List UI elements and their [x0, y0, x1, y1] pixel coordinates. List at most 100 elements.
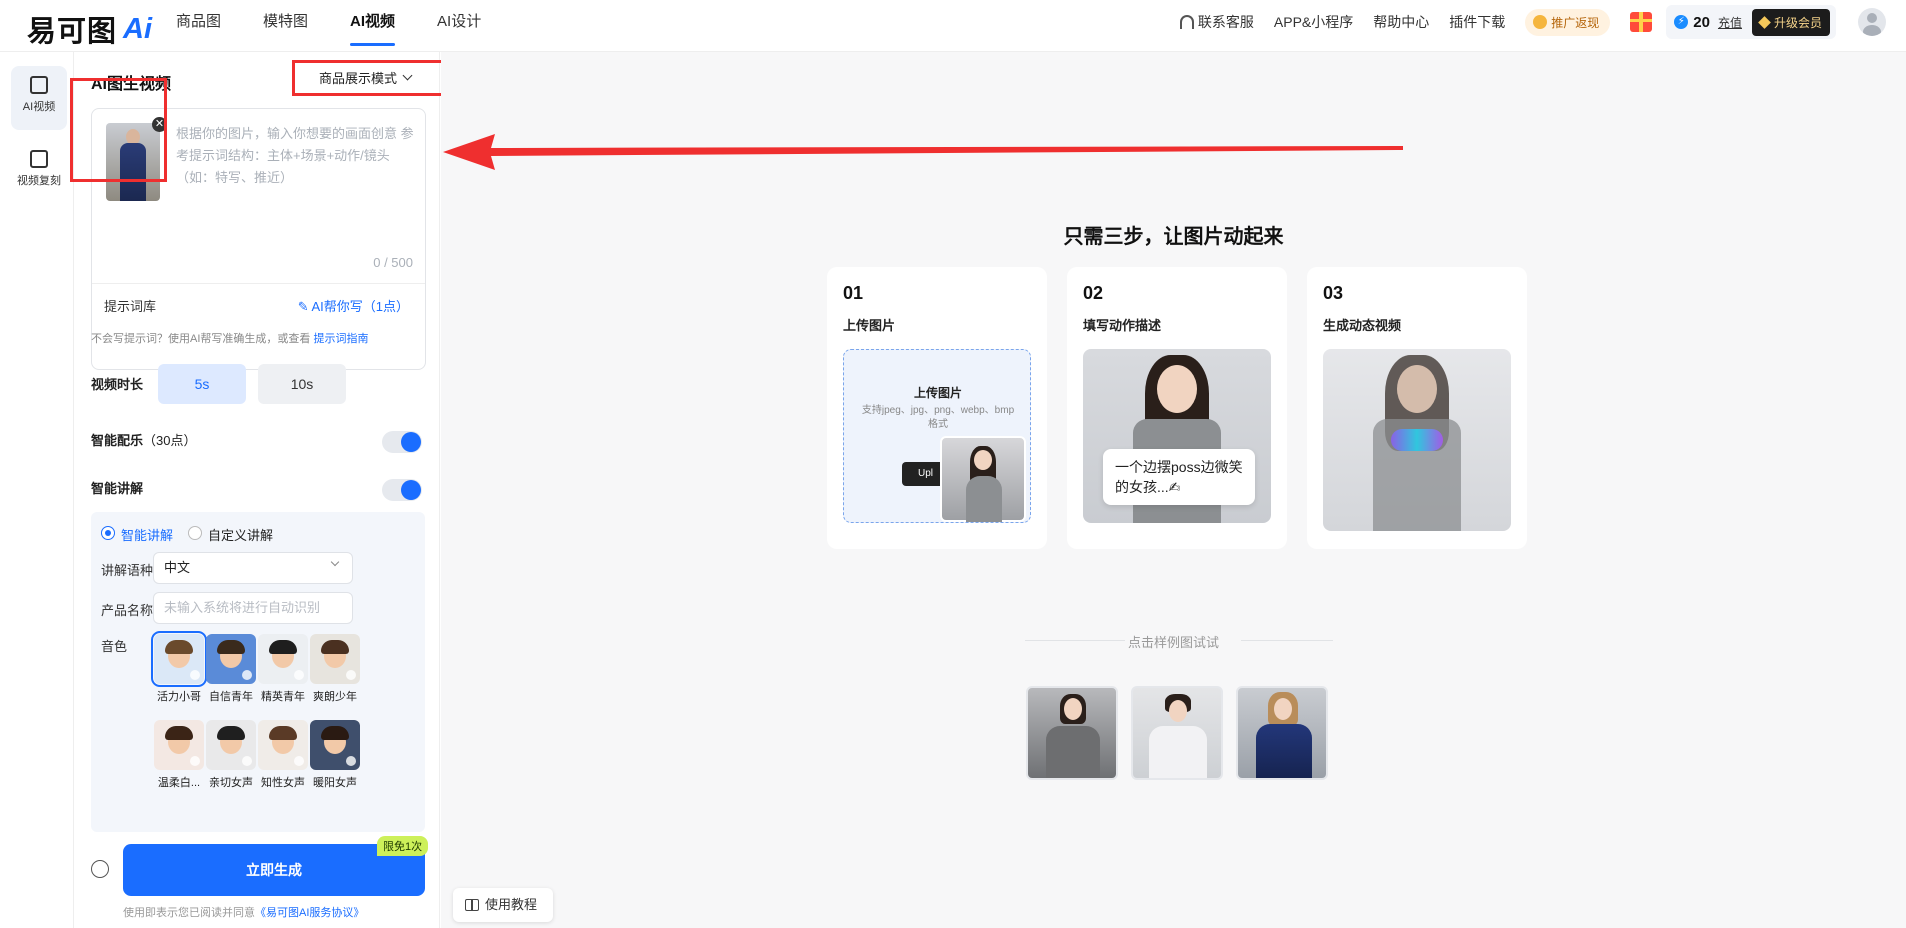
play-icon[interactable]	[242, 756, 252, 766]
video-copy-icon	[30, 150, 48, 168]
voice-option[interactable]: 自信青年	[204, 634, 258, 704]
sample-image-2[interactable]	[1131, 686, 1223, 780]
main-title: 只需三步，让图片动起来	[1063, 226, 1284, 248]
prompt-hint: 不会写提示词？使用AI帮写准确生成，或查看 提示词指南	[91, 330, 368, 346]
voice-option[interactable]: 精英青年	[256, 634, 310, 704]
voice-option[interactable]: 活力小哥	[151, 631, 207, 704]
face	[1397, 365, 1437, 413]
contact-label: 联系客服	[1197, 14, 1254, 30]
play-icon[interactable]	[346, 670, 356, 680]
rail-label: AI视频	[22, 101, 56, 113]
body	[966, 476, 1002, 522]
avatar[interactable]	[1858, 8, 1886, 36]
free-badge: 限免1次	[377, 836, 429, 856]
music-toggle[interactable]	[382, 431, 422, 453]
sample-photo	[940, 436, 1026, 522]
face	[1157, 365, 1197, 413]
step-title: 填写动作描述	[1083, 318, 1162, 333]
play-icon[interactable]	[242, 670, 252, 680]
ai-write-button[interactable]: ✎ AI帮你写（1点）	[298, 296, 409, 315]
tutorial-label: 使用教程	[485, 897, 538, 912]
voice-option[interactable]: 爽朗少年	[308, 634, 362, 704]
mode-label: 商品展示模式	[319, 71, 398, 86]
prompt-bubble: 一个边摆poss边微笑的女孩...✍	[1103, 449, 1255, 505]
describe-illustration: 一个边摆poss边微笑的女孩...✍	[1083, 349, 1271, 523]
voice-avatar	[154, 720, 204, 770]
top-bar: 易可图 Ai 商品图 模特图 AI视频 AI设计 联系客服 APP&小程序 帮助…	[0, 0, 1906, 52]
voice-option[interactable]: 暖阳女声	[308, 720, 362, 790]
voice-hair	[165, 726, 193, 740]
play-icon[interactable]	[346, 756, 356, 766]
duration-10s-button[interactable]: 10s	[258, 364, 346, 404]
contact-service-link[interactable]: 联系客服	[1179, 12, 1254, 32]
step-card-describe: 02 填写动作描述 一个边摆poss边微笑的女孩...✍	[1067, 267, 1287, 549]
step-card-upload: 01 上传图片 上传图片 支持jpeg、jpg、png、webp、bmp格式 U…	[827, 267, 1047, 549]
ai-write-label: AI帮你写（1点）	[311, 299, 409, 314]
recharge-link[interactable]: 充值	[1718, 14, 1742, 31]
voice-option[interactable]: 亲切女声	[204, 720, 258, 790]
gift-icon[interactable]	[1630, 12, 1653, 32]
promo-button[interactable]: 推广返现	[1525, 8, 1611, 36]
upgrade-button[interactable]: 升级会员	[1751, 8, 1830, 36]
voice-name: 亲切女声	[209, 777, 253, 789]
nav-model-image[interactable]: 模特图	[263, 0, 308, 52]
scarf	[1256, 724, 1312, 778]
product-name-input[interactable]: 未输入系统将进行自动识别	[153, 592, 353, 624]
plugin-download-link[interactable]: 插件下载	[1449, 12, 1505, 32]
narration-label: 智能讲解	[91, 481, 144, 496]
voice-option[interactable]: 温柔白...	[152, 720, 206, 790]
duration-5s-button[interactable]: 5s	[158, 364, 246, 404]
generate-illustration	[1323, 349, 1511, 531]
play-icon[interactable]	[190, 756, 200, 766]
voice-name: 爽朗少年	[313, 691, 357, 703]
voice-hair	[217, 726, 245, 740]
rail-item-ai-video[interactable]: AI视频	[11, 66, 67, 130]
narration-toggle[interactable]	[382, 479, 422, 501]
app-link[interactable]: APP&小程序	[1274, 12, 1353, 32]
voice-name: 温柔白...	[157, 777, 201, 789]
narration-settings: 智能讲解 自定义讲解 讲解语种 中文 产品名称 未输入系统将进行自动识别 音色 …	[91, 512, 425, 832]
help-center-link[interactable]: 帮助中心	[1373, 12, 1429, 32]
sample-image-1[interactable]	[1026, 686, 1118, 780]
play-icon[interactable]	[294, 756, 304, 766]
image-video-icon	[30, 76, 48, 94]
radio-smart-narration[interactable]	[101, 526, 115, 540]
magic-wand-icon: ✎	[297, 299, 312, 314]
voice-hair	[321, 640, 349, 654]
play-icon[interactable]	[294, 670, 304, 680]
radio-label-smart[interactable]: 智能讲解	[121, 525, 173, 544]
main-nav: 商品图 模特图 AI视频 AI设计	[176, 0, 523, 52]
prompt-guide-link[interactable]: 提示词指南	[313, 333, 368, 345]
mode-select[interactable]: 商品展示模式	[319, 68, 413, 87]
prompt-input[interactable]: 根据你的图片，输入你想要的画面创意 参考提示词结构：主体+场景+动作/镜头（如：…	[176, 123, 420, 189]
service-agreement-link[interactable]: 《易可图AI服务协议》	[255, 907, 364, 919]
nav-ai-design[interactable]: AI设计	[437, 0, 481, 52]
sample-image-3[interactable]	[1236, 686, 1328, 780]
voice-avatar	[258, 720, 308, 770]
tutorial-button[interactable]: 使用教程	[453, 888, 553, 922]
link-icon[interactable]	[91, 860, 109, 878]
nav-product-image[interactable]: 商品图	[176, 0, 221, 52]
voice-avatar	[258, 634, 308, 684]
logo[interactable]: 易可图 Ai	[27, 8, 152, 50]
radio-label-custom[interactable]: 自定义讲解	[208, 525, 273, 544]
left-rail: AI视频 视频复刻	[0, 52, 74, 928]
chevron-down-icon	[330, 557, 340, 567]
nav-ai-video[interactable]: AI视频	[350, 0, 396, 52]
face	[974, 450, 992, 470]
logo-ai: Ai	[123, 12, 153, 45]
voice-option[interactable]: 知性女声	[256, 720, 310, 790]
top-right-actions: 联系客服 APP&小程序 帮助中心 插件下载 推广返现 ⚡ 20 充值 升级会员	[1160, 0, 1886, 44]
prompt-library-button[interactable]: 提示词库	[104, 296, 156, 315]
play-icon[interactable]	[190, 670, 200, 680]
voice-avatar	[310, 634, 360, 684]
language-select[interactable]: 中文	[153, 552, 353, 584]
credit-count: 20	[1693, 13, 1710, 31]
upload-title: 上传图片	[913, 386, 962, 400]
annotation-arrow-icon	[443, 134, 1403, 170]
step-title: 上传图片	[843, 318, 896, 333]
headset-icon	[1179, 15, 1194, 29]
rail-item-video-copy[interactable]: 视频复刻	[11, 140, 67, 204]
voice-hair	[321, 726, 349, 740]
radio-custom-narration[interactable]	[188, 526, 202, 540]
